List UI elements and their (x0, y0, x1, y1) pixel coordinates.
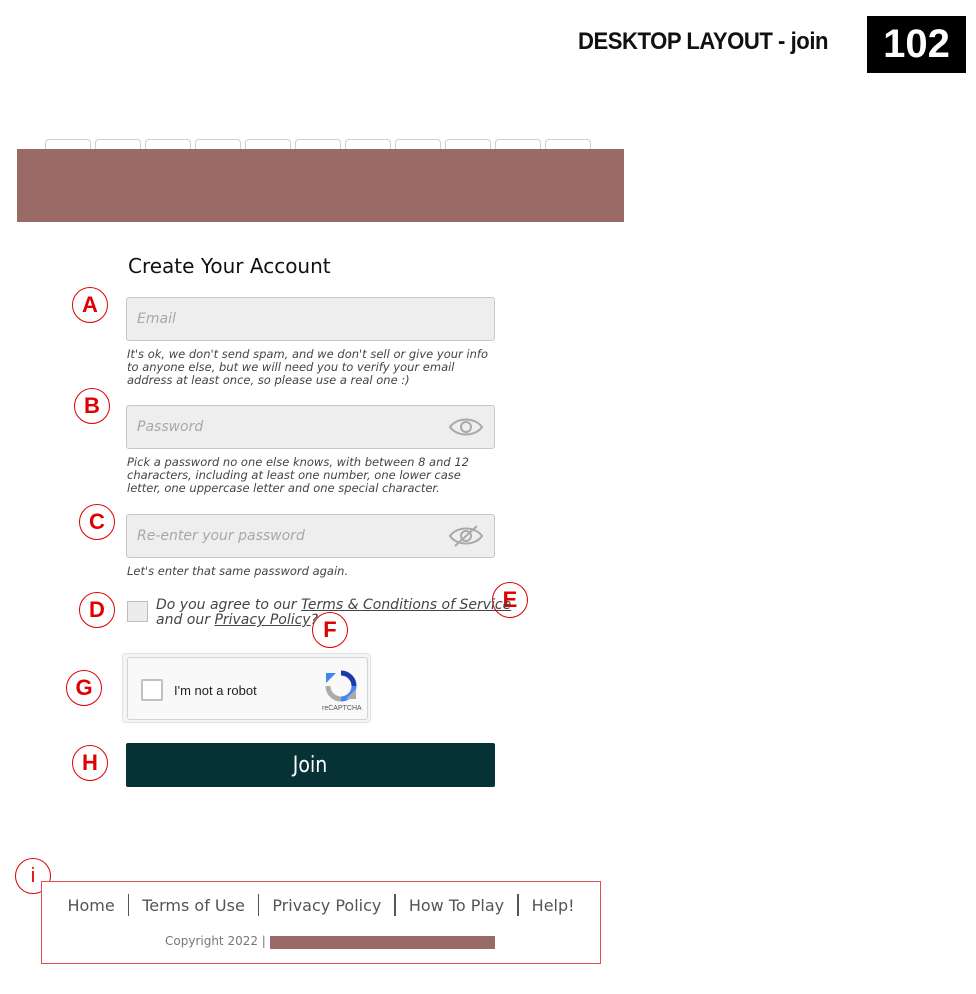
email-hint: It's ok, we don't send spam, and we don'… (127, 347, 488, 387)
terms-link[interactable]: Terms & Conditions of Service (301, 597, 511, 613)
recaptcha-logo-icon (325, 670, 357, 702)
footer-link-home[interactable]: Home (54, 896, 127, 915)
copyright-text: Copyright 2022 | (165, 934, 266, 948)
agree-checkbox[interactable] (127, 601, 148, 622)
eye-slash-icon[interactable] (448, 523, 484, 549)
password-input[interactable] (137, 419, 484, 435)
annotation-badge-a: A (72, 287, 108, 323)
agree-middle: and our (156, 612, 215, 628)
confirm-password-input[interactable] (137, 528, 484, 544)
copyright-placeholder-bar (270, 936, 495, 949)
annotation-badge-d: D (79, 592, 115, 628)
recaptcha-box: I'm not a robot reCAPTCHA (127, 657, 368, 720)
footer-link-how-to-play[interactable]: How To Play (396, 896, 517, 915)
eye-icon[interactable] (448, 414, 484, 440)
page-heading: DESKTOP LAYOUT - join (578, 28, 829, 55)
agree-text: Do you agree to our Terms & Conditions o… (156, 598, 511, 628)
recaptcha-brand: reCAPTCHA (322, 705, 362, 712)
recaptcha-label: I'm not a robot (174, 683, 257, 698)
password-hint: Pick a password no one else knows, with … (127, 455, 469, 495)
annotation-badge-g: G (66, 670, 102, 706)
confirm-password-hint: Let's enter that same password again. (127, 564, 349, 578)
confirm-password-field[interactable] (126, 514, 495, 558)
join-button[interactable]: Join (126, 743, 495, 787)
footer-link-terms[interactable]: Terms of Use (129, 896, 258, 915)
agree-prefix: Do you agree to our (156, 597, 302, 613)
email-input[interactable] (137, 311, 484, 327)
join-button-label: Join (293, 752, 328, 778)
header-band (17, 149, 624, 222)
recaptcha-widget: I'm not a robot reCAPTCHA (122, 653, 371, 723)
footer-links: Home Terms of Use Privacy Policy How To … (42, 894, 600, 916)
password-field[interactable] (126, 405, 495, 449)
recaptcha-checkbox[interactable] (141, 679, 163, 701)
footer-link-privacy[interactable]: Privacy Policy (259, 896, 394, 915)
privacy-policy-link[interactable]: Privacy Policy (214, 612, 310, 628)
footer: Home Terms of Use Privacy Policy How To … (41, 881, 601, 964)
email-field[interactable] (126, 297, 495, 341)
form-title: Create Your Account (128, 254, 331, 278)
annotation-badge-b: B (74, 388, 110, 424)
page-number-badge: 102 (867, 16, 966, 73)
footer-link-help[interactable]: Help! (519, 896, 588, 915)
annotation-badge-h: H (72, 745, 108, 781)
agree-suffix: ? (310, 612, 319, 628)
annotation-badge-c: C (79, 504, 115, 540)
